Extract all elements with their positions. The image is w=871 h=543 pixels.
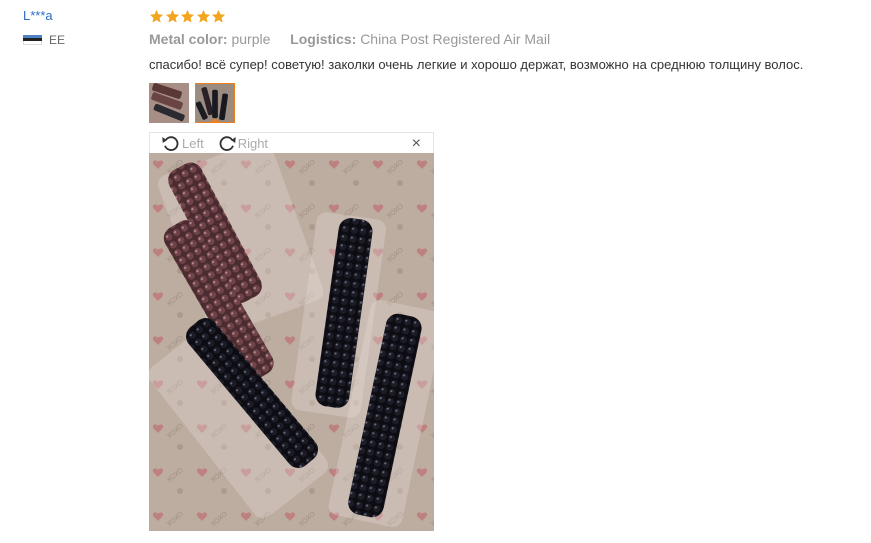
metal-color-label: Metal color: xyxy=(149,31,228,47)
photo-thumbnail-black-clips-icon xyxy=(196,84,234,122)
logistics-label: Logistics: xyxy=(290,31,357,47)
star-icon xyxy=(196,9,210,22)
reviewer-name[interactable]: L***a xyxy=(23,8,133,24)
star-icon xyxy=(211,9,226,22)
reviewer-country: EE xyxy=(23,33,133,47)
star-icon xyxy=(180,9,195,22)
rotate-left-icon xyxy=(162,136,179,151)
photo-thumbnail[interactable] xyxy=(149,83,189,123)
estonia-flag-icon xyxy=(23,35,42,45)
photo-thumbnail-purple-clips-icon xyxy=(149,83,189,123)
review-photo-hair-clips: XOXO xyxy=(149,153,434,531)
rotate-right-button[interactable]: Right xyxy=(216,132,268,154)
review-text: спасибо! всё супер! советую! заколки оче… xyxy=(149,57,804,72)
review-body: Metal color: purple Logistics: China Pos… xyxy=(149,8,861,74)
photo-viewer-toolbar: Left Right × xyxy=(149,132,434,153)
metal-color-value: purple xyxy=(231,31,271,47)
photo-thumbnails xyxy=(149,83,241,123)
photo-viewer: Left Right × XOXO xyxy=(149,132,434,531)
logistics-value: China Post Registered Air Mail xyxy=(360,31,551,47)
rotate-right-label: Right xyxy=(237,135,269,151)
star-icon xyxy=(149,9,164,22)
star-rating xyxy=(149,8,861,24)
rotate-right-icon xyxy=(219,136,236,151)
close-icon[interactable]: × xyxy=(412,136,421,152)
order-attributes: Metal color: purple Logistics: China Pos… xyxy=(149,30,861,48)
country-code: EE xyxy=(49,33,66,47)
rotate-left-button[interactable]: Left xyxy=(160,132,204,154)
reviewer-info: L***a EE xyxy=(23,8,133,47)
rotate-left-label: Left xyxy=(182,135,204,151)
star-icon xyxy=(165,9,179,22)
photo-thumbnail-selected[interactable] xyxy=(195,83,235,123)
